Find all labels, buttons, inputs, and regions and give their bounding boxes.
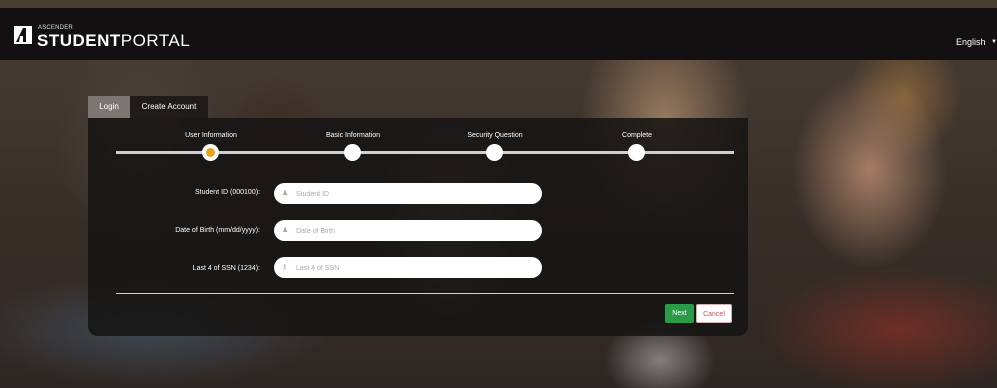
brand-bold: STUDENT <box>37 31 121 50</box>
next-button[interactable]: Next <box>665 304 694 323</box>
tab-create-account[interactable]: Create Account <box>130 96 208 118</box>
step-dot-basic-information <box>344 144 361 161</box>
ssn-input[interactable] <box>294 257 538 280</box>
dob-label: Date of Birth (mm/dd/yyyy): <box>175 227 260 234</box>
step-label-security-question: Security Question <box>467 132 523 139</box>
step-label-basic-information: Basic Information <box>325 132 381 139</box>
user-icon: ♟ <box>282 227 289 234</box>
cancel-button[interactable]: Cancel <box>696 304 732 323</box>
student-id-label: Student ID (000100): <box>195 189 260 196</box>
student-id-input[interactable] <box>294 183 538 206</box>
step-dot-security-question <box>486 144 503 161</box>
step-label-user-information: User Information <box>185 132 237 139</box>
user-icon: ♟ <box>282 190 289 197</box>
language-selector[interactable]: English <box>956 37 986 47</box>
top-navbar: ASCENDER STUDENTPORTAL English ▼ <box>0 8 997 60</box>
brand-name[interactable]: STUDENTPORTAL <box>37 31 190 51</box>
key-icon: ⚷ <box>282 264 288 271</box>
step-dot-user-information <box>202 144 219 161</box>
caret-down-icon[interactable]: ▼ <box>991 39 997 45</box>
dob-input[interactable] <box>294 220 538 243</box>
tab-login[interactable]: Login <box>88 96 130 118</box>
student-id-field[interactable]: ♟ <box>274 183 542 206</box>
ssn-label: Last 4 of SSN (1234): <box>192 265 260 272</box>
step-dot-complete <box>628 144 645 161</box>
brand-light: PORTAL <box>120 31 191 50</box>
step-label-complete: Complete <box>622 132 652 139</box>
ascender-logo-icon <box>14 26 32 44</box>
ssn-field[interactable]: ⚷ <box>274 257 542 280</box>
dob-field[interactable]: ♟ <box>274 220 542 243</box>
form-divider <box>116 293 734 294</box>
